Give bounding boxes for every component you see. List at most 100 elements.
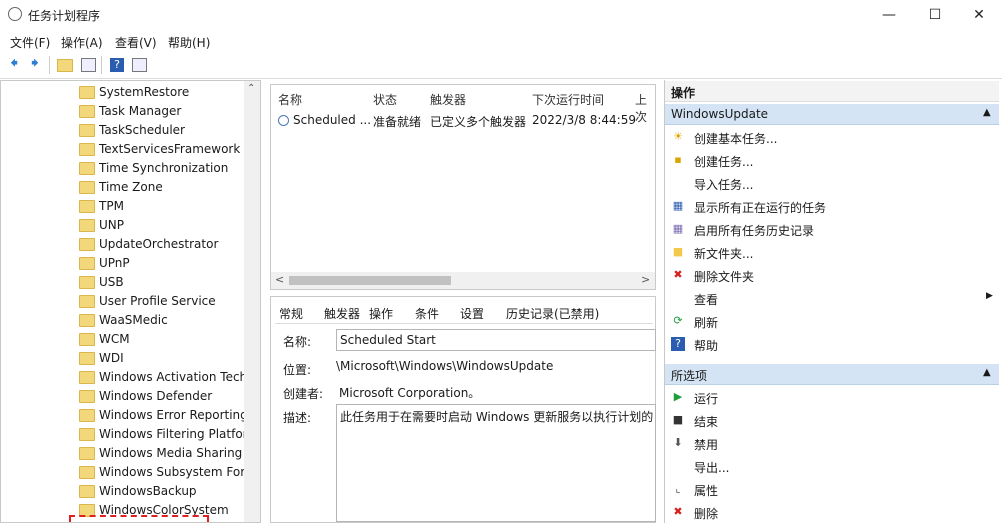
- act1-item[interactable]: 新文件夹...: [694, 245, 753, 262]
- act1-item[interactable]: 查看: [694, 291, 718, 308]
- tree-item-label: SystemRestore: [99, 85, 190, 99]
- close-button[interactable]: ✕: [956, 0, 1002, 30]
- folder-icon: [79, 124, 95, 137]
- act1-item[interactable]: 删除文件夹: [694, 268, 754, 285]
- show-hide-tree-icon[interactable]: [79, 56, 97, 74]
- tab-settings[interactable]: 设置: [460, 305, 484, 322]
- act1-item[interactable]: 刷新: [694, 314, 718, 331]
- act2-item[interactable]: 运行: [694, 390, 718, 407]
- act1-item[interactable]: 导入任务...: [694, 176, 753, 193]
- cell-name: Scheduled ...: [293, 113, 372, 127]
- tree-item-label: UpdateOrchestrator: [99, 237, 219, 251]
- task-detail-pane: 常规 触发器 操作 条件 设置 历史记录(已禁用) 名称: Scheduled …: [270, 296, 656, 523]
- section-selected-item-label: 所选项: [671, 369, 708, 383]
- help-icon: ?: [671, 337, 685, 351]
- folder-icon: [79, 333, 95, 346]
- menu-action[interactable]: 操作(A): [61, 34, 103, 51]
- section-windowsupdate[interactable]: WindowsUpdate ▲: [665, 104, 999, 125]
- act2-item[interactable]: 属性: [694, 482, 718, 499]
- name-label: 名称:: [283, 335, 312, 349]
- menu-view[interactable]: 查看(V): [115, 34, 157, 51]
- act2-item[interactable]: 删除: [694, 505, 718, 522]
- tree-item-label: TaskScheduler: [99, 123, 185, 137]
- window-title: 任务计划程序: [28, 9, 101, 23]
- act1-item[interactable]: 帮助: [694, 337, 718, 354]
- actions-header-label: 操作: [671, 86, 696, 100]
- tree-item-label: Time Zone: [99, 180, 163, 194]
- properties-icon: ⌞: [675, 482, 681, 495]
- maximize-button[interactable]: ☐: [912, 0, 958, 30]
- act1-item[interactable]: 创建基本任务...: [694, 130, 777, 147]
- folder-icon: [79, 409, 95, 422]
- list-horizontal-scrollbar[interactable]: < >: [271, 272, 655, 289]
- menu-help[interactable]: 帮助(H): [168, 34, 210, 51]
- folder-icon: [79, 371, 95, 384]
- column-header-name[interactable]: 名称: [278, 91, 302, 108]
- act1-item[interactable]: 创建任务...: [694, 153, 753, 170]
- forward-arrow-icon[interactable]: 🠺: [26, 53, 44, 74]
- scroll-thumb[interactable]: [289, 276, 451, 285]
- tree-item-label: TextServicesFramework: [99, 142, 241, 156]
- section-selected-item[interactable]: 所选项 ▲: [665, 364, 999, 385]
- tree-item-label: WCM: [99, 332, 130, 346]
- column-header-status[interactable]: 状态: [373, 91, 397, 108]
- help-icon[interactable]: ?: [108, 56, 126, 74]
- collapse-icon[interactable]: ▲: [983, 367, 991, 378]
- running-tasks-icon: ▦: [672, 199, 684, 212]
- description-field[interactable]: 此任务用于在需要时启动 Windows 更新服务以执行计划的: [336, 404, 656, 522]
- section-windowsupdate-label: WindowsUpdate: [671, 107, 769, 121]
- act1-item[interactable]: 启用所有任务历史记录: [694, 222, 814, 239]
- tab-triggers[interactable]: 触发器: [324, 305, 360, 322]
- cell-next-run: 2022/3/8 8:44:59: [532, 113, 636, 127]
- tree-item-label: Task Manager: [99, 104, 182, 118]
- minimize-button[interactable]: —: [866, 0, 912, 30]
- tree-item-label: Windows Activation Technologies: [99, 370, 261, 384]
- disable-icon: ⬇: [673, 436, 683, 449]
- folder-icon: [79, 257, 95, 270]
- clock-icon: [8, 7, 22, 21]
- tab-history[interactable]: 历史记录(已禁用): [506, 305, 599, 322]
- tab-general[interactable]: 常规: [279, 305, 303, 322]
- create-task-icon: ▪: [674, 153, 682, 166]
- toolbar-divider: [49, 56, 50, 74]
- act1-item[interactable]: 显示所有正在运行的任务: [694, 199, 826, 216]
- submenu-arrow-icon: ▶: [986, 291, 993, 301]
- tree-pane: SystemRestore Task Manager TaskScheduler Te…: [0, 80, 261, 523]
- author-value: Microsoft Corporation。: [339, 386, 481, 400]
- tree-item-label: WindowsBackup: [99, 484, 197, 498]
- folder-icon: [79, 200, 95, 213]
- tree-item-label: USB: [99, 275, 124, 289]
- folder-icon: [79, 105, 95, 118]
- folder-icon: [79, 428, 95, 441]
- tree-item-label: Windows Defender: [99, 389, 213, 403]
- tab-actions[interactable]: 操作: [369, 305, 393, 322]
- folder-icon: [79, 352, 95, 365]
- folder-icon: [79, 181, 95, 194]
- cell-trigger: 已定义多个触发器: [430, 115, 527, 129]
- act2-item[interactable]: 结束: [694, 413, 718, 430]
- column-header-next-run[interactable]: 下次运行时间: [532, 91, 604, 108]
- folder-icon: [79, 447, 95, 460]
- scroll-up-icon[interactable]: ⌃: [247, 83, 255, 94]
- up-folder-icon[interactable]: [56, 56, 74, 74]
- column-header-trigger[interactable]: 触发器: [430, 91, 466, 108]
- folder-icon: [79, 162, 95, 175]
- act2-item[interactable]: 禁用: [694, 436, 718, 453]
- show-hide-action-pane-icon[interactable]: [130, 56, 148, 74]
- tree-item-label: UNP: [99, 218, 124, 232]
- tree-item-label: Windows Filtering Platform: [99, 427, 260, 441]
- back-arrow-icon[interactable]: 🠸: [5, 53, 23, 74]
- tab-conditions[interactable]: 条件: [415, 305, 439, 322]
- folder-icon: [79, 314, 95, 327]
- menu-bar: 文件(F) 操作(A) 查看(V) 帮助(H): [0, 30, 1002, 52]
- description-label: 描述:: [283, 411, 312, 425]
- scroll-right-icon[interactable]: >: [641, 273, 650, 286]
- column-header-last-run[interactable]: 上次: [635, 91, 655, 125]
- run-icon: ▶: [673, 390, 683, 403]
- tree-scrollbar[interactable]: ⌃: [244, 81, 260, 522]
- collapse-icon[interactable]: ▲: [983, 107, 991, 118]
- scroll-left-icon[interactable]: <: [275, 273, 284, 286]
- name-field[interactable]: Scheduled Start: [336, 329, 656, 351]
- menu-file[interactable]: 文件(F): [10, 34, 50, 51]
- act2-item[interactable]: 导出...: [694, 459, 729, 476]
